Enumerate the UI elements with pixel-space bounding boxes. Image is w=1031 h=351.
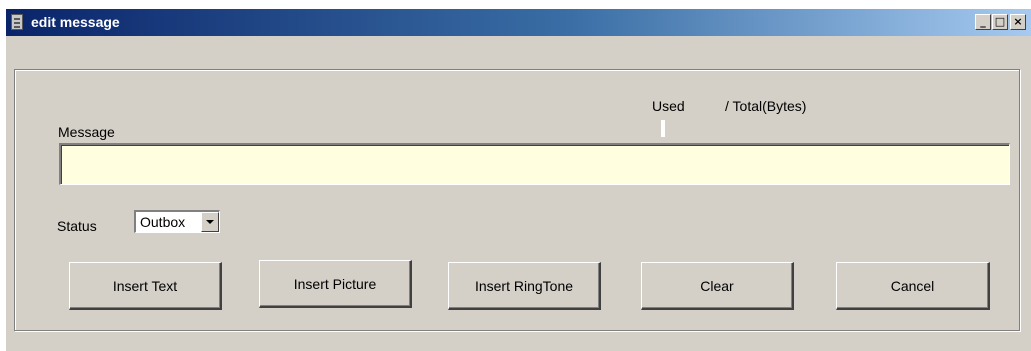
used-counter [661, 120, 665, 137]
insert-picture-button[interactable]: Insert Picture [259, 260, 412, 308]
total-bytes-label: / Total(Bytes) [725, 98, 807, 114]
chevron-down-icon[interactable] [201, 212, 219, 232]
status-dropdown[interactable]: Outbox [134, 210, 220, 233]
status-label: Status [57, 218, 97, 234]
message-label: Message [58, 124, 115, 140]
used-label: Used [652, 98, 685, 114]
cancel-button[interactable]: Cancel [836, 262, 990, 310]
close-button[interactable]: × [1010, 14, 1026, 30]
insert-text-button[interactable]: Insert Text [69, 262, 222, 310]
title-bar[interactable]: edit message _ □ × [6, 9, 1031, 36]
edit-message-window: edit message _ □ × Used / Total(Bytes) M… [5, 9, 1031, 351]
app-icon [11, 14, 23, 30]
message-input[interactable] [59, 143, 1010, 185]
maximize-button[interactable]: □ [992, 14, 1008, 30]
clear-button[interactable]: Clear [641, 262, 794, 310]
status-selected-value: Outbox [140, 214, 186, 230]
window-title: edit message [31, 14, 120, 30]
insert-ringtone-button[interactable]: Insert RingTone [448, 262, 601, 310]
minimize-button[interactable]: _ [975, 14, 991, 30]
